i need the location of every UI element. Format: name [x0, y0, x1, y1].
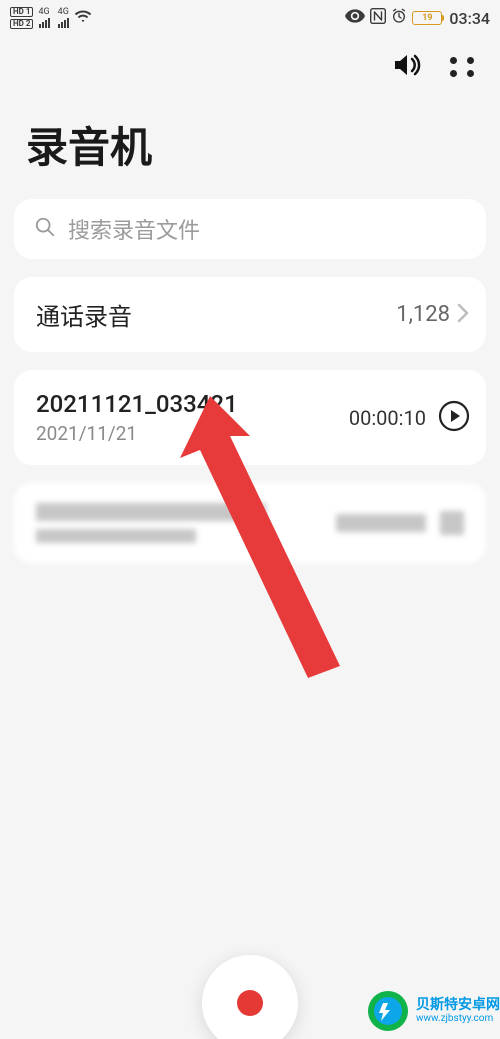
search-placeholder: 搜索录音文件: [68, 213, 200, 245]
signal-stack: 4G 4G: [38, 8, 68, 28]
sim1-signal: 4G: [38, 8, 49, 28]
sim1-net-label: 4G: [38, 8, 49, 17]
hd2-chip: HD 2: [10, 19, 33, 29]
record-button[interactable]: [202, 955, 298, 1039]
nfc-icon: [370, 8, 386, 28]
recording-duration: 00:00:10: [349, 406, 426, 430]
watermark-title: 贝斯特安卓网: [416, 998, 500, 1012]
watermark-url: www.zjbstyy.com: [416, 1014, 493, 1024]
record-button-wrap: [202, 955, 298, 1039]
battery-indicator: 19: [412, 11, 442, 25]
sim2-net-label: 4G: [58, 8, 69, 17]
watermark: 贝斯特安卓网 www.zjbstyy.com: [366, 989, 500, 1033]
speaker-icon[interactable]: [392, 52, 422, 82]
folder-count: 1,128: [396, 302, 450, 327]
page-title: 录音机: [0, 90, 500, 199]
status-bar: HD 1 HD 2 4G 4G 19 03:34: [0, 0, 500, 32]
watermark-badge-icon: [366, 989, 410, 1033]
play-icon[interactable]: [438, 400, 470, 436]
call-recordings-folder[interactable]: 通话录音 1,128: [14, 277, 486, 352]
status-bar-left: HD 1 HD 2 4G 4G: [10, 7, 92, 29]
recording-item[interactable]: 20211121_033421 2021/11/21 00:00:10: [14, 376, 486, 459]
chevron-right-icon: [456, 303, 470, 327]
recordings-list: 20211121_033421 2021/11/21 00:00:10: [14, 370, 486, 465]
search-bar[interactable]: 搜索录音文件: [14, 199, 486, 259]
record-dot-icon: [237, 990, 263, 1016]
hd-indicator-stack: HD 1 HD 2: [10, 7, 33, 29]
sim2-signal: 4G: [58, 8, 69, 28]
clock: 03:34: [449, 9, 490, 28]
more-grid-icon[interactable]: [450, 57, 474, 77]
hd1-chip: HD 1: [10, 7, 33, 17]
recording-date: 2021/11/21: [36, 422, 337, 445]
status-bar-right: 19 03:34: [345, 8, 490, 28]
alarm-icon: [391, 8, 407, 28]
folder-name: 通话录音: [36, 297, 396, 332]
eye-icon: [345, 9, 365, 27]
search-icon: [34, 216, 56, 242]
recording-item-blurred: [14, 483, 486, 563]
recording-title: 20211121_033421: [36, 390, 337, 418]
wifi-icon: [74, 9, 92, 27]
top-action-bar: [0, 32, 500, 90]
